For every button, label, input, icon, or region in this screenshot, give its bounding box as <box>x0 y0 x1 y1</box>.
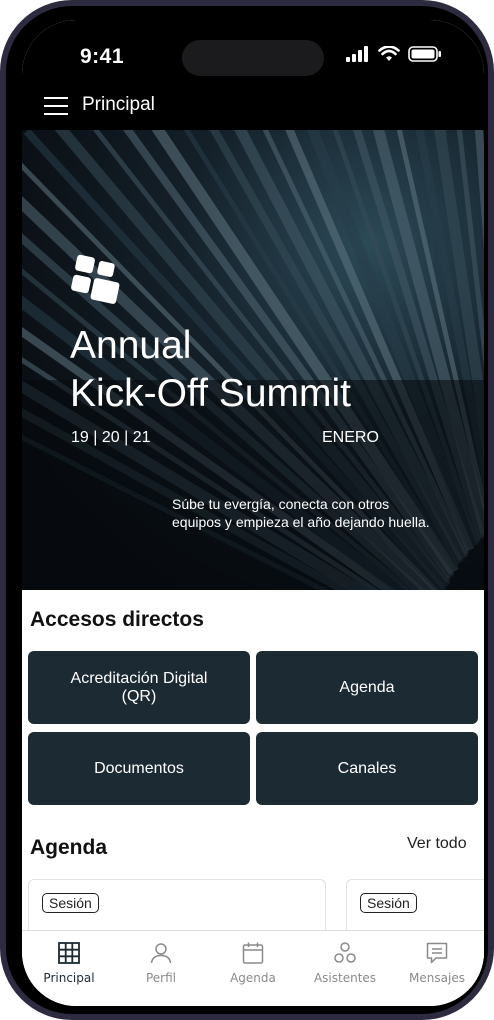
agenda-shortcut-label: Agenda <box>339 678 395 696</box>
event-tagline-line-1: Súbe tu evergía, conecta con otros <box>172 496 390 512</box>
bottom-tab-bar: Principal Perfil Agenda Asistentes Mensa… <box>22 930 484 1006</box>
tab-agenda[interactable]: Agenda <box>207 931 299 991</box>
hero-banner: Annual Kick-Off Summit 19 | 20 | 21 ENER… <box>22 130 484 590</box>
tab-principal[interactable]: Principal <box>23 931 115 991</box>
channels-button[interactable]: Canales <box>256 732 478 805</box>
status-icons <box>346 46 442 62</box>
digital-accreditation-sublabel: (QR) <box>121 687 157 705</box>
page-title: Principal <box>82 94 155 115</box>
agenda-section-title: Agenda <box>30 836 108 859</box>
documents-button[interactable]: Documentos <box>28 732 250 805</box>
event-title-line-2: Kick-Off Summit <box>70 372 351 415</box>
wifi-icon <box>378 46 400 61</box>
phone-frame: 9:41 Principal Annual Kick-Off Summit 19… <box>0 0 494 1020</box>
hamburger-menu-icon[interactable] <box>44 97 70 117</box>
event-tagline: Súbe tu evergía, conecta con otros equip… <box>172 495 457 531</box>
status-bar: 9:41 <box>22 20 484 92</box>
tab-asistentes-label: Asistentes <box>313 971 377 985</box>
event-logo-icon <box>71 254 120 304</box>
quick-access-title: Accesos directos <box>30 608 204 631</box>
event-title: Annual Kick-Off Summit <box>70 322 351 418</box>
phone-bezel: 9:41 Principal Annual Kick-Off Summit 19… <box>6 6 488 1014</box>
message-icon <box>426 942 448 964</box>
session-badge: Sesión <box>42 893 99 913</box>
attendees-icon <box>334 942 356 963</box>
nav-header: Principal <box>22 92 484 130</box>
see-all-link[interactable]: Ver todo <box>407 835 467 853</box>
digital-accreditation-button[interactable]: Acreditación Digital (QR) <box>28 651 250 724</box>
agenda-shortcut-button[interactable]: Agenda <box>256 651 478 724</box>
tab-perfil-label: Perfil <box>145 971 177 985</box>
event-month: ENERO <box>322 429 379 446</box>
battery-icon <box>408 46 441 62</box>
channels-label: Canales <box>337 759 397 777</box>
session-badge: Sesión <box>360 893 417 913</box>
tab-mensajes-label: Mensajes <box>409 971 465 985</box>
calendar-icon <box>242 942 264 964</box>
tab-agenda-label: Agenda <box>230 971 276 985</box>
documents-label: Documentos <box>94 759 184 777</box>
user-icon <box>150 943 172 964</box>
event-title-line-1: Annual <box>70 324 192 367</box>
dynamic-island <box>182 40 324 76</box>
digital-accreditation-label: Acreditación Digital <box>70 669 208 687</box>
tab-asistentes[interactable]: Asistentes <box>299 931 391 991</box>
tab-principal-label: Principal <box>43 971 95 985</box>
status-time: 9:41 <box>80 45 125 68</box>
signal-icon <box>346 46 368 62</box>
app-screen: 9:41 Principal Annual Kick-Off Summit 19… <box>22 20 484 1006</box>
tab-mensajes[interactable]: Mensajes <box>391 931 483 991</box>
event-dates: 19 | 20 | 21 <box>71 429 151 446</box>
event-tagline-line-2: equipos y empieza el año dejando huella. <box>172 514 430 530</box>
grid-icon <box>58 942 80 964</box>
tab-perfil[interactable]: Perfil <box>115 931 207 991</box>
